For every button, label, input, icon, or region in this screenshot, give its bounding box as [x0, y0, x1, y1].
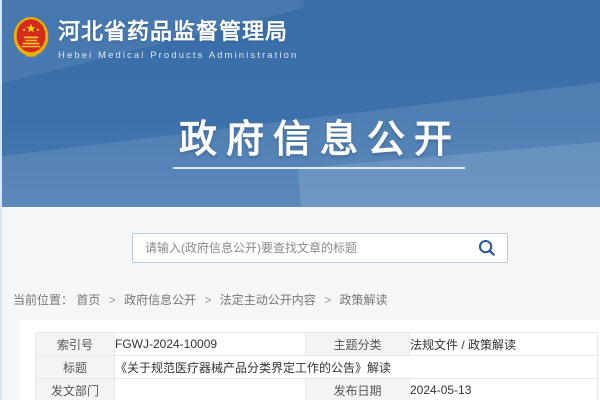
site-title-english: Hebei Medical Products Administration — [58, 50, 298, 61]
search-icon — [477, 238, 497, 258]
national-emblem-icon — [13, 14, 49, 64]
breadcrumb: 当前位置： 首页 > 政府信息公开 > 法定主动公开内容 > 政策解读 — [13, 291, 388, 308]
search-button[interactable] — [467, 234, 507, 262]
breadcrumb-separator: > — [109, 293, 116, 307]
breadcrumb-separator: > — [204, 293, 211, 307]
subject-category-value: 法规文件 / 政策解读 — [410, 333, 598, 356]
document-meta-table: 索引号 FGWJ-2024-10009 主题分类 法规文件 / 政策解读 标题 … — [35, 332, 598, 400]
breadcrumb-item-gov-info[interactable]: 政府信息公开 — [124, 293, 196, 307]
page-left-edge — [0, 0, 2, 400]
table-row: 发文部门 发布日期 2024-05-13 — [36, 379, 598, 400]
search-input[interactable] — [133, 241, 467, 255]
index-number-value: FGWJ-2024-10009 — [115, 333, 306, 356]
title-value[interactable]: 《关于规范医疗器械产品分类界定工作的公告》解读 — [115, 356, 598, 379]
site-header-banner: 河北省药品监督管理局 Hebei Medical Products Admini… — [0, 0, 600, 207]
breadcrumb-label: 当前位置： — [13, 293, 73, 307]
breadcrumb-separator: > — [324, 293, 331, 307]
breadcrumb-item-home[interactable]: 首页 — [76, 293, 100, 307]
banner-underline — [173, 167, 465, 169]
subject-category-label: 主题分类 — [306, 333, 410, 356]
table-row: 索引号 FGWJ-2024-10009 主题分类 法规文件 / 政策解读 — [36, 333, 598, 356]
search-box — [132, 233, 508, 263]
page-banner-title: 政府信息公开 — [40, 108, 600, 163]
issuing-department-value — [115, 379, 306, 400]
publish-date-label: 发布日期 — [306, 379, 410, 400]
site-logo-block[interactable]: 河北省药品监督管理局 Hebei Medical Products Admini… — [13, 12, 298, 64]
breadcrumb-item-policy-interpretation[interactable]: 政策解读 — [340, 293, 388, 307]
issuing-department-label: 发文部门 — [36, 379, 115, 400]
title-label: 标题 — [36, 356, 115, 379]
index-number-label: 索引号 — [36, 333, 115, 356]
site-title: 河北省药品监督管理局 — [58, 18, 298, 46]
breadcrumb-item-statutory-disclosure[interactable]: 法定主动公开内容 — [220, 293, 316, 307]
document-info-card: 索引号 FGWJ-2024-10009 主题分类 法规文件 / 政策解读 标题 … — [20, 320, 600, 400]
table-row: 标题 《关于规范医疗器械产品分类界定工作的公告》解读 — [36, 356, 598, 379]
publish-date-value: 2024-05-13 — [410, 379, 598, 400]
